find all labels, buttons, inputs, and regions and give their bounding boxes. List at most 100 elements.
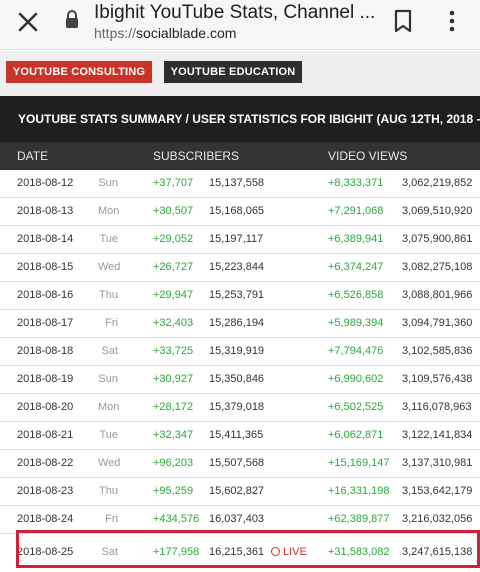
row-views: 3,247,615,138 (402, 546, 473, 558)
row-subscriber-gain: +28,172 (153, 401, 194, 413)
column-subscribers: SUBSCRIBERS (153, 149, 240, 163)
row-subscribers: 15,286,194 (209, 317, 265, 329)
row-date: 2018-08-17 (17, 317, 74, 329)
page-title: Ibighit YouTube Stats, Channel ... (94, 2, 374, 23)
table-header: DATE SUBSCRIBERS VIDEO VIEWS (0, 142, 480, 170)
live-indicator: LIVE (271, 546, 307, 558)
table-row: 2018-08-13 Mon +30,507 15,168,065 +7,291… (0, 198, 480, 226)
table-row: 2018-08-18 Sat +33,725 15,319,919 +7,794… (0, 338, 480, 366)
row-subscriber-gain: +177,958 (153, 546, 200, 558)
close-icon[interactable] (14, 8, 42, 36)
more-vert-icon[interactable] (446, 9, 458, 33)
row-subscriber-gain: +29,052 (153, 233, 194, 245)
table-row: 2018-08-20 Mon +28,172 15,379,018 +6,502… (0, 394, 480, 422)
row-subscribers: 16,037,403 (209, 513, 265, 525)
row-date: 2018-08-16 (17, 289, 74, 301)
row-subscribers: 15,253,791 (209, 289, 265, 301)
youtube-consulting-button[interactable]: YOUTUBE CONSULTING (6, 61, 152, 83)
row-view-gain: +31,583,082 (328, 546, 390, 558)
row-subscriber-gain: +30,507 (153, 205, 194, 217)
live-label: LIVE (283, 546, 307, 558)
row-day: Thu (99, 289, 118, 301)
column-video-views: VIDEO VIEWS (328, 149, 408, 163)
row-subscribers: 15,507,568 (209, 457, 265, 469)
row-view-gain: +15,169,147 (328, 457, 390, 469)
youtube-education-button[interactable]: YOUTUBE EDUCATION (164, 61, 302, 83)
row-date: 2018-08-24 (17, 513, 74, 525)
row-subscribers: 15,319,919 (209, 345, 265, 357)
row-view-gain: +6,389,941 (328, 233, 384, 245)
row-day: Tue (99, 233, 118, 245)
row-view-gain: +6,062,871 (328, 429, 384, 441)
table-row: 2018-08-15 Wed +26,727 15,223,844 +6,374… (0, 254, 480, 282)
row-views: 3,094,791,360 (402, 317, 473, 329)
row-views: 3,102,585,836 (402, 345, 473, 357)
row-view-gain: +16,331,198 (328, 485, 390, 497)
row-view-gain: +6,526,858 (328, 289, 384, 301)
row-views: 3,062,219,852 (402, 177, 473, 189)
table-row: 2018-08-19 Sun +30,927 15,350,846 +6,990… (0, 366, 480, 394)
row-subscriber-gain: +95,259 (153, 485, 194, 497)
row-views: 3,082,275,108 (402, 261, 473, 273)
row-day: Wed (98, 261, 121, 273)
row-subscribers: 15,168,065 (209, 205, 265, 217)
row-view-gain: +6,502,525 (328, 401, 384, 413)
lock-icon (64, 9, 80, 29)
row-subscriber-gain: +434,576 (153, 513, 200, 525)
table-row: 2018-08-12 Sun +37,707 15,137,558 +8,333… (0, 170, 480, 198)
row-subscriber-gain: +37,707 (153, 177, 194, 189)
row-views: 3,153,642,179 (402, 485, 473, 497)
row-subscribers: 15,411,365 (209, 429, 264, 441)
row-subscribers: 15,379,018 (209, 401, 265, 413)
row-date: 2018-08-13 (17, 205, 74, 217)
row-subscriber-gain: +96,203 (153, 457, 194, 469)
column-date: DATE (17, 149, 49, 163)
bookmark-icon[interactable] (392, 8, 414, 34)
page-bottom (0, 568, 480, 572)
row-view-gain: +8,333,371 (328, 177, 384, 189)
url-prefix: https:// (94, 25, 137, 41)
row-views: 3,122,141,834 (402, 429, 473, 441)
row-view-gain: +6,990,602 (328, 373, 384, 385)
row-subscriber-gain: +29,947 (153, 289, 194, 301)
table-row: 2018-08-24 Fri +434,576 16,037,403 +62,3… (0, 506, 480, 534)
table-row: 2018-08-21 Tue +32,347 15,411,365 +6,062… (0, 422, 480, 450)
row-views: 3,069,510,920 (402, 205, 473, 217)
row-subscriber-gain: +32,403 (153, 317, 194, 329)
row-date: 2018-08-15 (17, 261, 74, 273)
row-day: Sat (101, 546, 118, 558)
row-view-gain: +7,291,068 (328, 205, 384, 217)
row-subscribers: 15,602,827 (209, 485, 265, 497)
row-views: 3,075,900,861 (402, 233, 473, 245)
row-date: 2018-08-21 (17, 429, 74, 441)
row-subscribers: 16,215,361 (209, 546, 265, 558)
row-subscribers: 15,223,844 (209, 261, 265, 273)
row-subscribers: 15,350,846 (209, 373, 265, 385)
row-views: 3,216,032,056 (402, 513, 473, 525)
row-date: 2018-08-19 (17, 373, 74, 385)
row-day: Wed (98, 457, 121, 469)
row-date: 2018-08-18 (17, 345, 74, 357)
row-day: Tue (99, 429, 118, 441)
promo-buttons-bar: YOUTUBE CONSULTING YOUTUBE EDUCATION (0, 51, 480, 96)
row-views: 3,088,801,966 (402, 289, 473, 301)
row-day: Sun (98, 373, 118, 385)
row-subscriber-gain: +26,727 (153, 261, 194, 273)
table-row: 2018-08-16 Thu +29,947 15,253,791 +6,526… (0, 282, 480, 310)
url-domain: socialblade.com (136, 25, 237, 41)
row-view-gain: +5,989,394 (328, 317, 384, 329)
table-row: 2018-08-14 Tue +29,052 15,197,117 +6,389… (0, 226, 480, 254)
row-date: 2018-08-23 (17, 485, 74, 497)
live-clock-icon (271, 547, 280, 556)
row-views: 3,116,078,963 (402, 401, 472, 413)
row-views: 3,137,310,981 (402, 457, 473, 469)
row-date: 2018-08-14 (17, 233, 74, 245)
row-day: Mon (98, 401, 120, 413)
row-subscribers: 15,197,117 (209, 233, 264, 245)
row-subscriber-gain: +32,347 (153, 429, 194, 441)
stats-summary-heading: YOUTUBE STATS SUMMARY / USER STATISTICS … (0, 96, 480, 142)
row-views: 3,109,576,438 (402, 373, 473, 385)
url-bar[interactable]: https://socialblade.com (94, 25, 236, 41)
table-row: 2018-08-17 Fri +32,403 15,286,194 +5,989… (0, 310, 480, 338)
row-date: 2018-08-25 (17, 546, 74, 558)
